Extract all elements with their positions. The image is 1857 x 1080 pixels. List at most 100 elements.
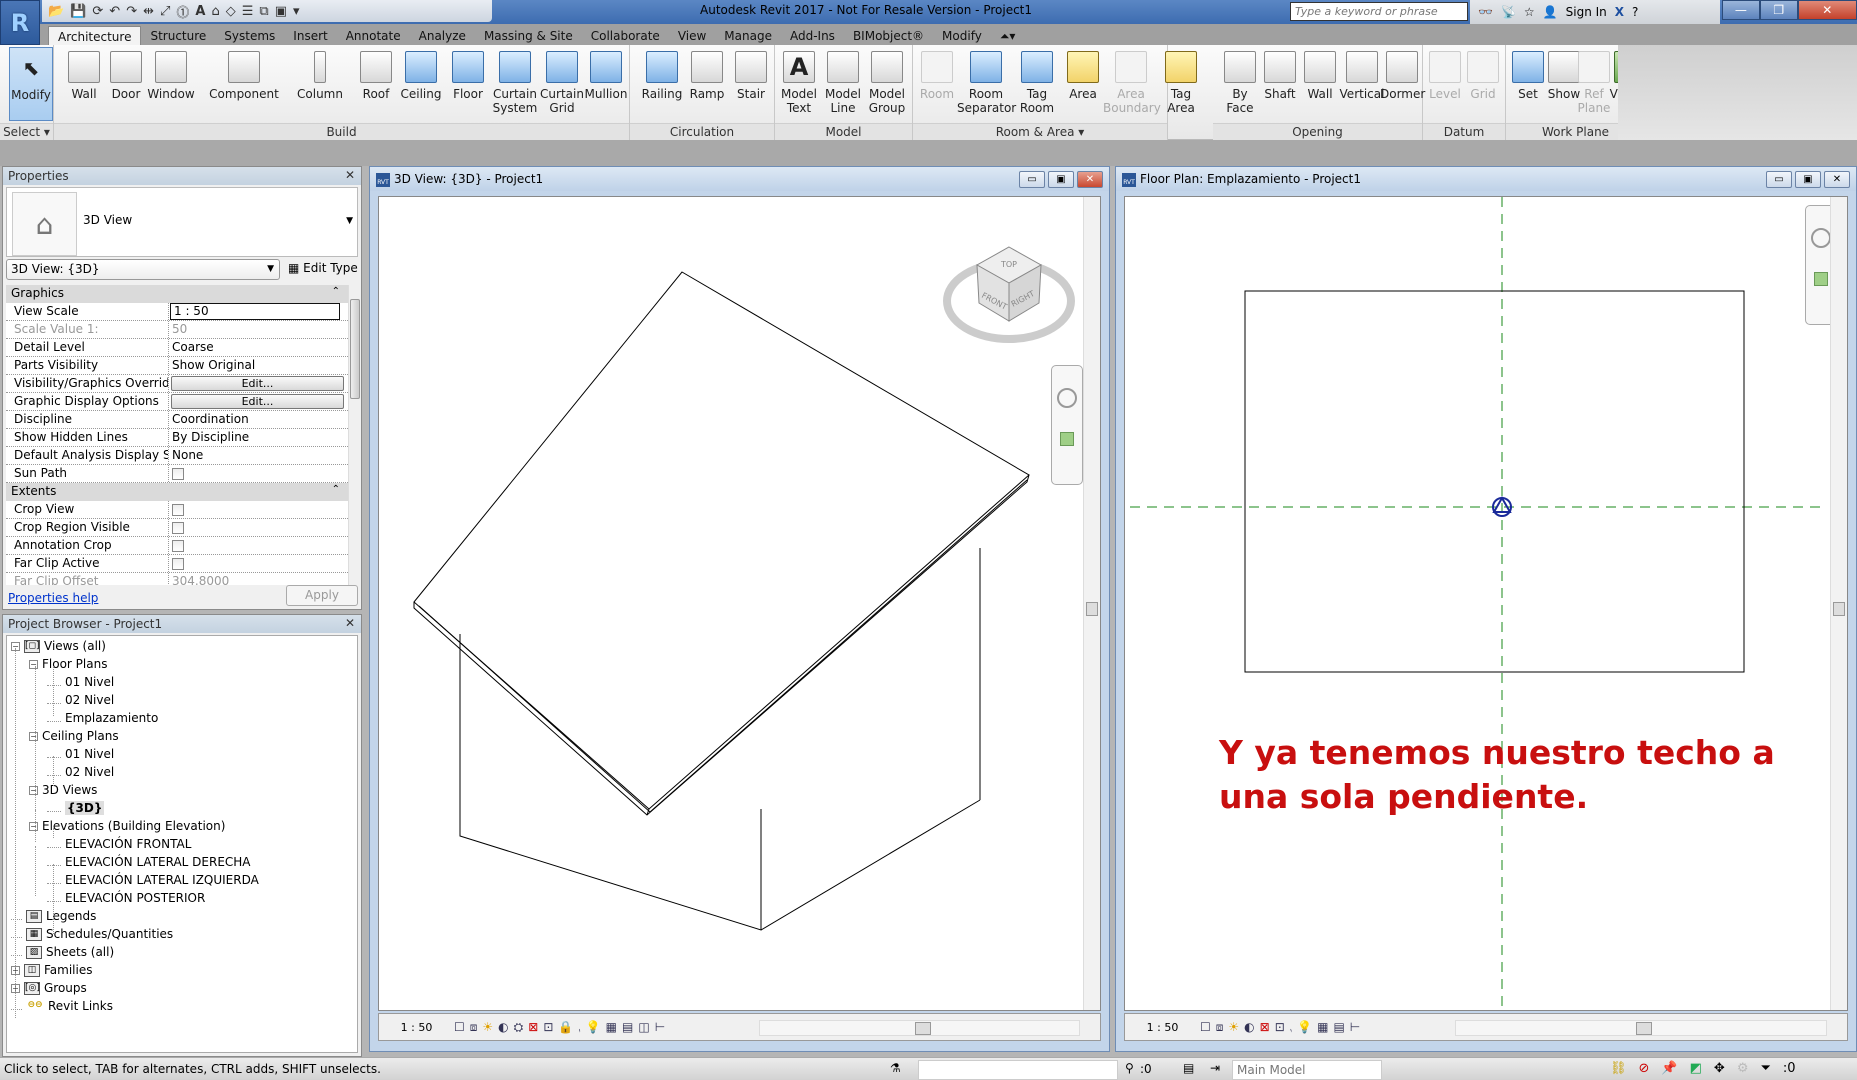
view-scale-field[interactable]: 1 : 50 bbox=[170, 303, 340, 320]
tree-item[interactable]: 02 Nivel bbox=[47, 763, 114, 781]
tab-architecture[interactable]: Architecture bbox=[48, 26, 142, 45]
detail-level-icon[interactable]: ☐ bbox=[1200, 1020, 1211, 1035]
temporary-hide-icon[interactable]: ࢭ bbox=[578, 1020, 580, 1035]
close-button[interactable]: ✕ bbox=[1077, 171, 1103, 188]
detail-level-icon[interactable]: ☐ bbox=[454, 1020, 465, 1035]
crop-view-icon[interactable]: ⊠ bbox=[528, 1020, 538, 1035]
tree-item[interactable]: Emplazamiento bbox=[47, 709, 158, 727]
zoom-region-icon[interactable] bbox=[1814, 272, 1828, 286]
close-hidden-windows-icon[interactable]: ⧉ bbox=[259, 4, 268, 19]
analysis-style-value[interactable]: None bbox=[169, 447, 348, 464]
workset-dropdown[interactable] bbox=[918, 1060, 1118, 1080]
collapse-icon[interactable]: − bbox=[29, 821, 38, 831]
restore-button[interactable]: ▣ bbox=[1048, 171, 1074, 188]
wall-opening-button[interactable]: Wall bbox=[1298, 47, 1342, 101]
detail-level-value[interactable]: Coarse bbox=[169, 339, 348, 356]
ribbon-minimize-toggle[interactable]: ⏶▾ bbox=[991, 26, 1025, 45]
ramp-button[interactable]: Ramp bbox=[685, 47, 729, 101]
visual-style-icon[interactable]: ⧈ bbox=[470, 1020, 478, 1035]
tree-item[interactable]: + [◎] Groups bbox=[11, 979, 87, 997]
panel-label[interactable]: Room & Area ▾ bbox=[913, 123, 1167, 140]
analytical-model-icon[interactable]: ▤ bbox=[622, 1020, 633, 1035]
tree-item[interactable]: ELEVACIÓN FRONTAL bbox=[47, 835, 191, 853]
sun-path-checkbox[interactable] bbox=[172, 468, 184, 480]
model-text-button[interactable]: A Model Text bbox=[777, 47, 821, 115]
vertical-button[interactable]: Vertical bbox=[1338, 47, 1386, 101]
graphic-display-edit-button[interactable]: Edit... bbox=[171, 394, 344, 409]
tree-item[interactable]: 02 Nivel bbox=[47, 691, 114, 709]
temp-view-properties-icon[interactable]: ▦ bbox=[606, 1020, 617, 1035]
horizontal-scrollbar[interactable] bbox=[1455, 1020, 1827, 1036]
text-icon[interactable]: A bbox=[195, 4, 205, 19]
help-icon[interactable]: ? bbox=[1632, 5, 1638, 19]
panel-label[interactable]: Select ▾ bbox=[0, 123, 53, 140]
design-options-icon[interactable]: ▤ bbox=[1183, 1061, 1194, 1075]
parts-visibility-value[interactable]: Show Original bbox=[169, 357, 348, 374]
editing-requests-icon[interactable]: ⚲ bbox=[1125, 1061, 1134, 1075]
section-icon[interactable]: ◇ bbox=[226, 4, 236, 19]
stair-button[interactable]: Stair bbox=[729, 47, 773, 101]
lock-3d-view-icon[interactable]: 🔒 bbox=[558, 1020, 573, 1035]
railing-button[interactable]: Railing bbox=[638, 47, 686, 101]
tree-item[interactable]: − Floor Plans bbox=[29, 655, 107, 673]
tab-massing-site[interactable]: Massing & Site bbox=[475, 26, 582, 45]
exchange-icon[interactable]: X bbox=[1615, 5, 1624, 19]
tree-item[interactable]: ⊖⊖ Revit Links bbox=[11, 997, 113, 1015]
subscription-icon[interactable]: 📡 bbox=[1501, 5, 1516, 19]
temp-view-properties-icon[interactable]: ▦ bbox=[1317, 1020, 1328, 1035]
select-underlay-icon[interactable]: ⊘ bbox=[1639, 1061, 1650, 1076]
thin-lines-icon[interactable]: ☰ bbox=[242, 4, 254, 19]
collapse-icon[interactable]: − bbox=[29, 785, 38, 795]
crop-view-checkbox[interactable] bbox=[172, 504, 184, 516]
steering-wheel-2d-icon[interactable] bbox=[1811, 228, 1831, 248]
close-button[interactable]: ✕ bbox=[1824, 171, 1850, 188]
shaft-button[interactable]: Shaft bbox=[1258, 47, 1302, 101]
area-boundary-button[interactable]: Area Boundary bbox=[1103, 47, 1161, 115]
tree-item[interactable]: ELEVACIÓN LATERAL DERECHA bbox=[47, 853, 251, 871]
view-scale-button[interactable]: 1 : 50 bbox=[1125, 1021, 1200, 1034]
scroll-thumb[interactable] bbox=[915, 1022, 931, 1035]
tab-bimobject[interactable]: BIMobject® bbox=[844, 26, 933, 45]
crop-region-visible-checkbox[interactable] bbox=[172, 522, 184, 534]
properties-scrollbar[interactable] bbox=[348, 285, 360, 585]
reveal-constraints-icon[interactable]: ⊢ bbox=[1350, 1020, 1360, 1035]
sun-path-off-icon[interactable]: ☀ bbox=[1228, 1020, 1239, 1035]
tree-item[interactable]: − [◻] Views (all) bbox=[11, 637, 106, 655]
view-scale-button[interactable]: 1 : 50 bbox=[379, 1021, 454, 1034]
select-by-face-icon[interactable]: ◩ bbox=[1690, 1061, 1702, 1076]
dormer-button[interactable]: Dormer bbox=[1380, 47, 1425, 101]
tree-item[interactable]: {3D} bbox=[47, 799, 105, 817]
tab-analyze[interactable]: Analyze bbox=[410, 26, 475, 45]
modify-button[interactable]: ⬉ Modify bbox=[9, 47, 53, 121]
tab-modify[interactable]: Modify bbox=[933, 26, 991, 45]
tree-item[interactable]: − Elevations (Building Elevation) bbox=[29, 817, 225, 835]
scroll-thumb[interactable] bbox=[1833, 602, 1845, 616]
tree-item[interactable]: 01 Nivel bbox=[47, 673, 114, 691]
aligned-dimension-icon[interactable]: ⤢ bbox=[160, 4, 170, 19]
redo-icon[interactable]: ↷ bbox=[126, 4, 137, 19]
tab-annotate[interactable]: Annotate bbox=[337, 26, 410, 45]
edit-type-button[interactable]: ▦ Edit Type bbox=[288, 261, 358, 275]
tag-room-button[interactable]: Tag Room bbox=[1015, 47, 1059, 115]
roof-button[interactable]: Roof bbox=[354, 47, 398, 101]
search-input[interactable]: Type a keyword or phrase bbox=[1290, 2, 1468, 21]
far-clip-active-checkbox[interactable] bbox=[172, 558, 184, 570]
shadows-off-icon[interactable]: ◐ bbox=[1244, 1020, 1254, 1035]
sign-in-button[interactable]: Sign In bbox=[1566, 5, 1607, 19]
save-icon[interactable]: 💾 bbox=[70, 4, 86, 19]
visual-style-icon[interactable]: ⧈ bbox=[1216, 1020, 1224, 1035]
drawing-area-plan[interactable]: Y ya tenemos nuestro techo a una sola pe… bbox=[1124, 196, 1848, 1013]
temporary-hide-icon[interactable]: ࢭ bbox=[1290, 1020, 1292, 1035]
group-header-graphics[interactable]: Graphics ⌃ bbox=[6, 285, 348, 303]
area-button[interactable]: Area bbox=[1061, 47, 1105, 101]
show-crop-region-icon[interactable]: ⊡ bbox=[543, 1020, 553, 1035]
rendering-dialog-icon[interactable]: ⛭ bbox=[514, 1020, 524, 1035]
highlight-displacement-icon[interactable]: ◫ bbox=[638, 1020, 649, 1035]
analytical-model-icon[interactable]: ▤ bbox=[1333, 1020, 1344, 1035]
opening-by-face-button[interactable]: By Face bbox=[1218, 47, 1262, 115]
restore-button[interactable]: ▣ bbox=[1795, 171, 1821, 188]
close-icon[interactable]: ✕ bbox=[345, 616, 355, 630]
default-3d-view-icon[interactable]: ⌂ bbox=[211, 4, 219, 19]
vg-overrides-edit-button[interactable]: Edit... bbox=[171, 376, 344, 391]
floor-button[interactable]: Floor bbox=[446, 47, 490, 101]
